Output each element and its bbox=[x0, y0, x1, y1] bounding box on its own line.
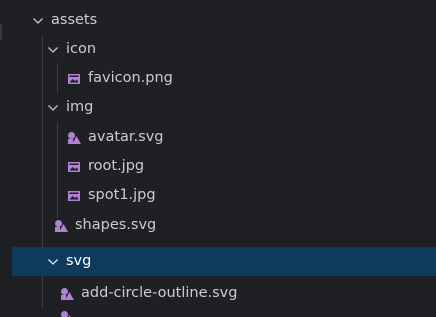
partial-row bbox=[12, 308, 436, 317]
editor-gutter bbox=[0, 0, 12, 317]
image-file-icon bbox=[67, 72, 81, 86]
folder-row-icon[interactable]: icon bbox=[12, 35, 436, 64]
file-row-spot1[interactable]: spot1.jpg bbox=[12, 181, 436, 210]
svg-file-icon bbox=[61, 311, 71, 317]
file-row-add-circle-outline[interactable]: add-circle-outline.svg bbox=[12, 279, 436, 308]
folder-row-svg[interactable]: svg bbox=[12, 247, 436, 276]
file-explorer-tree: assets icon favicon.png img avatar.svg r… bbox=[12, 0, 436, 317]
folder-label: assets bbox=[51, 12, 98, 28]
chevron-down-icon[interactable] bbox=[46, 101, 60, 115]
svg-file-icon bbox=[54, 219, 68, 233]
image-file-icon bbox=[67, 160, 81, 174]
chevron-down-icon[interactable] bbox=[46, 255, 60, 269]
file-label: root.jpg bbox=[88, 158, 145, 174]
gutter-marker bbox=[0, 24, 8, 40]
image-file-icon bbox=[67, 189, 81, 203]
folder-label: img bbox=[66, 99, 94, 115]
folder-row-img[interactable]: img bbox=[12, 93, 436, 122]
chevron-down-icon[interactable] bbox=[46, 43, 60, 57]
file-label: shapes.svg bbox=[75, 217, 157, 233]
folder-label: icon bbox=[66, 41, 97, 57]
file-row-shapes[interactable]: shapes.svg bbox=[12, 211, 436, 240]
folder-label: svg bbox=[66, 253, 92, 269]
chevron-down-icon[interactable] bbox=[31, 14, 45, 28]
file-row-root[interactable]: root.jpg bbox=[12, 152, 436, 181]
file-label: favicon.png bbox=[88, 70, 173, 86]
svg-file-icon bbox=[67, 131, 81, 145]
file-label: avatar.svg bbox=[88, 129, 164, 145]
file-row-favicon[interactable]: favicon.png bbox=[12, 64, 436, 93]
file-row-avatar[interactable]: avatar.svg bbox=[12, 123, 436, 152]
file-label: spot1.jpg bbox=[88, 187, 156, 203]
folder-row-assets[interactable]: assets bbox=[12, 6, 436, 35]
svg-file-icon bbox=[60, 287, 74, 301]
file-label: add-circle-outline.svg bbox=[81, 285, 238, 301]
